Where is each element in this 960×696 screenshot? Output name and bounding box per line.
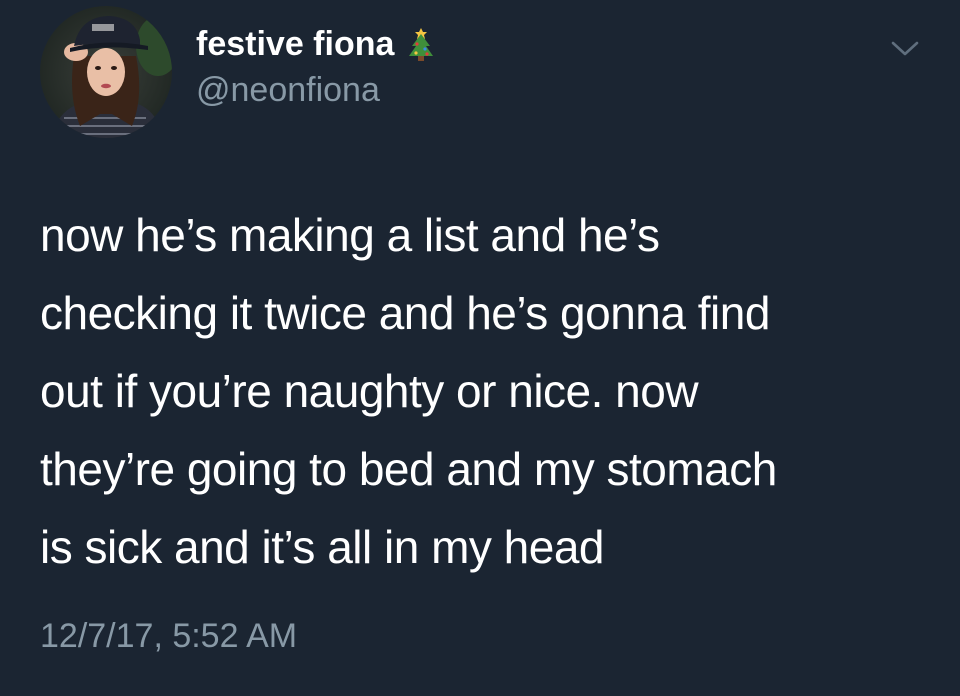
christmas-tree-icon [404,24,438,64]
tweet-line: now he’s making a list and he’s [40,209,660,261]
avatar[interactable] [40,6,172,138]
tweet-line: is sick and it’s all in my head [40,521,605,573]
timestamp[interactable]: 12/7/17, 5:52 AM [40,616,297,656]
tweet-text: now he’s making a list and he’s checking… [40,196,940,586]
tweet-line: they’re going to bed and my stomach [40,443,777,495]
tweet-line: checking it twice and he’s gonna find [40,287,770,339]
display-name[interactable]: festive fiona [196,24,438,64]
chevron-down-icon[interactable] [888,36,922,60]
tweet-line: out if you’re naughty or nice. now [40,365,699,417]
tweet: festive fiona @neonfiona now he’s making… [0,0,960,696]
profile-photo [40,6,172,138]
username-handle[interactable]: @neonfiona [196,70,380,110]
display-name-text: festive fiona [196,25,395,63]
